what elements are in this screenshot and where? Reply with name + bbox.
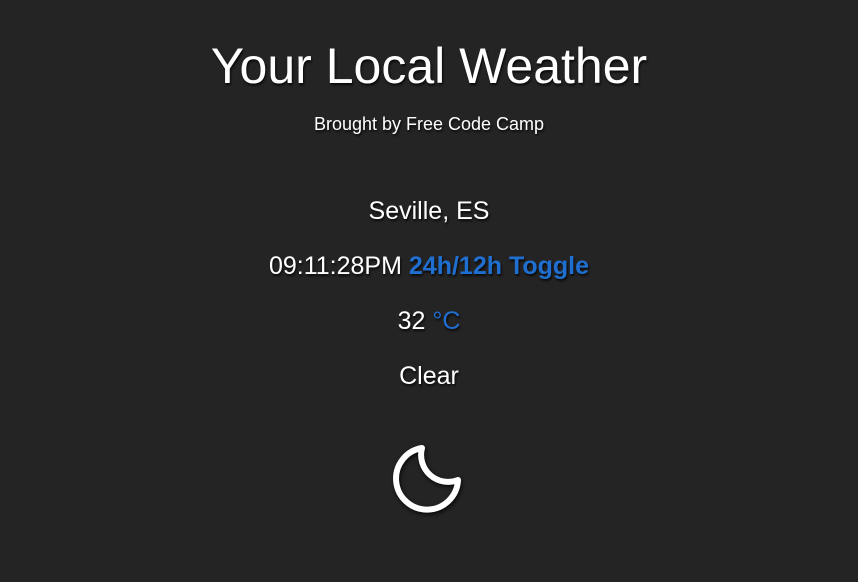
location-label: Seville, ES bbox=[368, 197, 490, 225]
moon-icon bbox=[393, 443, 465, 515]
weather-app: Your Local Weather Brought by Free Code … bbox=[0, 0, 858, 582]
time-format-toggle[interactable]: 24h/12h Toggle bbox=[409, 252, 589, 280]
temperature-value: 32 bbox=[397, 307, 426, 335]
weather-condition: Clear bbox=[399, 362, 459, 390]
current-time: 09:11:28PM bbox=[268, 252, 402, 280]
temperature-unit-toggle[interactable]: °C bbox=[432, 307, 460, 335]
page-title: Your Local Weather bbox=[210, 38, 648, 94]
temperature-row: 32 °C bbox=[0, 306, 858, 336]
page-subtitle: Brought by Free Code Camp bbox=[313, 114, 545, 134]
time-row: 09:11:28PM 24h/12h Toggle bbox=[0, 251, 858, 281]
